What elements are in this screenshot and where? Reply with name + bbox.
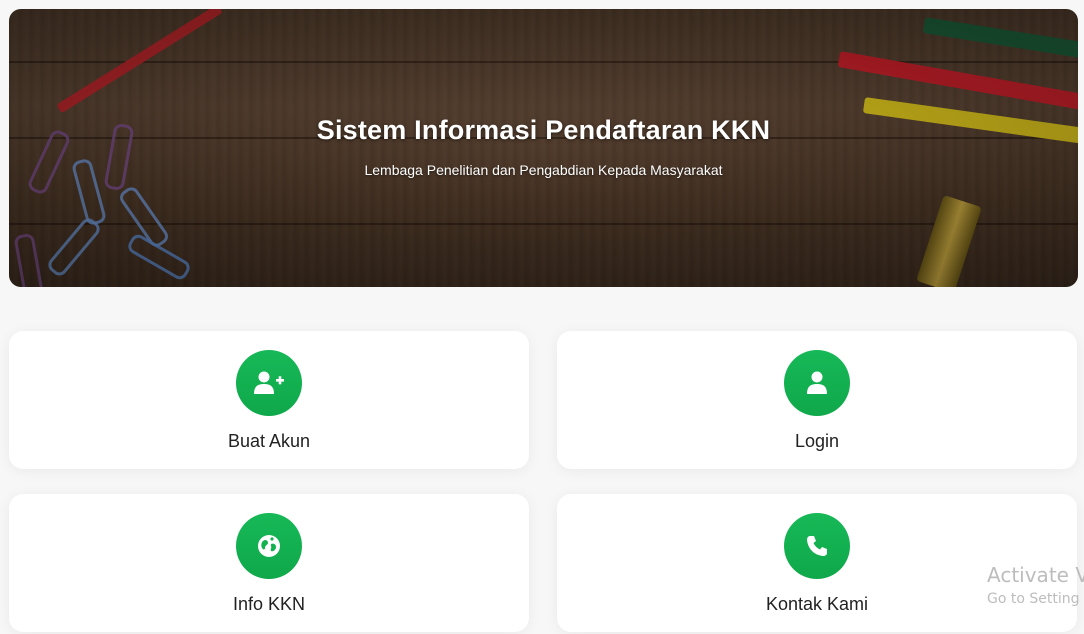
page: Sistem Informasi Pendaftaran KKN Lembaga…: [0, 0, 1084, 634]
create-account-card[interactable]: Buat Akun: [9, 331, 529, 469]
contact-icon-circle: [784, 513, 850, 579]
login-icon-circle: [784, 350, 850, 416]
activation-watermark: Activate V Go to Setting: [987, 563, 1084, 607]
user-plus-icon: [254, 371, 284, 394]
watermark-line1: Activate V: [987, 563, 1084, 587]
login-label: Login: [794, 431, 840, 451]
page-title: Sistem Informasi Pendaftaran KKN: [316, 115, 771, 145]
phone-icon: [807, 536, 827, 556]
login-card[interactable]: Login: [557, 331, 1077, 469]
hero-overlay: [9, 9, 1078, 287]
info-kkn-icon-circle: [236, 513, 302, 579]
watermark-line2: Go to Setting: [987, 591, 1080, 607]
globe-icon: [258, 535, 280, 557]
hero-banner: Sistem Informasi Pendaftaran KKN Lembaga…: [9, 9, 1078, 287]
user-icon: [807, 371, 827, 394]
create-account-icon-circle: [236, 350, 302, 416]
info-kkn-card[interactable]: Info KKN: [9, 494, 529, 632]
create-account-label: Buat Akun: [227, 431, 311, 451]
info-kkn-label: Info KKN: [232, 594, 306, 614]
page-subtitle: Lembaga Penelitian dan Pengabdian Kepada…: [364, 162, 723, 178]
